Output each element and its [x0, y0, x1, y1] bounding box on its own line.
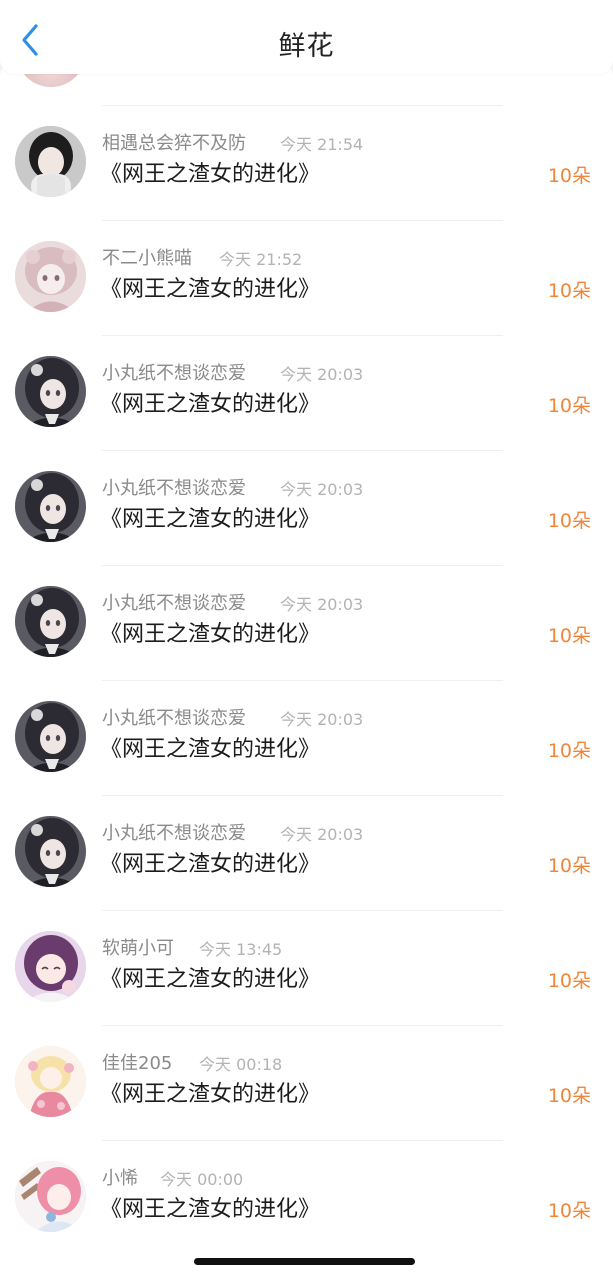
flower-count: 10朵: [547, 855, 591, 877]
book-title: 《网王之渣女的进化》: [100, 1197, 321, 1222]
avatar[interactable]: [15, 701, 86, 772]
sender-name: 软萌小可: [102, 938, 174, 959]
send-time: 今天 21:52: [219, 250, 303, 269]
book-title: 《网王之渣女的进化》: [100, 507, 321, 532]
book-title: 《网王之渣女的进化》: [100, 967, 321, 992]
list-item[interactable]: 小丸纸不想谈恋爱 今天 20:03 《网王之渣女的进化》 10朵: [0, 796, 613, 911]
anime-girl-avatar: [15, 816, 86, 887]
send-time: 今天 20:03: [280, 710, 364, 729]
send-time: 今天 00:18: [199, 1055, 283, 1074]
book-title: 《网王之渣女的进化》: [100, 392, 321, 417]
flower-count: 10朵: [547, 625, 591, 647]
avatar[interactable]: [15, 126, 86, 197]
anime-girl-avatar: [15, 586, 86, 657]
flower-girl-avatar: [15, 1046, 86, 1117]
sender-name: 小丸纸不想谈恋爱: [102, 363, 246, 384]
sender-name: 小丸纸不想谈恋爱: [102, 478, 246, 499]
page-title: 鲜花: [278, 31, 335, 62]
book-title: 《网王之渣女的进化》: [100, 622, 321, 647]
list-item[interactable]: 软萌小可 今天 13:45 《网王之渣女的进化》 10朵: [0, 911, 613, 1026]
send-time: 今天 20:03: [280, 825, 364, 844]
flower-count: 10朵: [547, 510, 591, 532]
sender-name: 小丸纸不想谈恋爱: [102, 823, 246, 844]
send-time: 今天 13:45: [199, 940, 283, 959]
list-item[interactable]: 小丸纸不想谈恋爱 今天 20:03 《网王之渣女的进化》 10朵: [0, 451, 613, 566]
send-time: 今天 20:03: [280, 365, 364, 384]
list-item[interactable]: 不二小熊喵 今天 21:52 《网王之渣女的进化》 10朵: [0, 221, 613, 336]
send-time: 今天 21:54: [280, 135, 364, 154]
send-time: 今天 00:00: [160, 1170, 244, 1189]
avatar[interactable]: [15, 1046, 86, 1117]
flower-count: 10朵: [547, 280, 591, 302]
flower-count: 10朵: [547, 395, 591, 417]
pink-hair-girl-avatar: [15, 241, 86, 312]
flower-count: 10朵: [547, 165, 591, 187]
avatar[interactable]: [15, 586, 86, 657]
sender-name: 不二小熊喵: [102, 248, 192, 269]
list-item[interactable]: 佳佳205 今天 00:18 《网王之渣女的进化》 10朵: [0, 1026, 613, 1141]
flower-list[interactable]: 相遇总会猝不及防 今天 21:54 《网王之渣女的进化》 10朵 不二小熊喵 今…: [0, 62, 613, 1280]
list-item[interactable]: 小丸纸不想谈恋爱 今天 20:03 《网王之渣女的进化》 10朵: [0, 566, 613, 681]
book-title: 《网王之渣女的进化》: [100, 162, 321, 187]
anime-girl-avatar: [15, 356, 86, 427]
send-time: 今天 20:03: [280, 480, 364, 499]
sender-name: 佳佳205: [102, 1053, 173, 1074]
avatar[interactable]: [15, 931, 86, 1002]
nav-bar: 鲜花: [0, 0, 613, 74]
flower-count: 10朵: [547, 970, 591, 992]
anime-girl-avatar: [15, 471, 86, 542]
girl-dark-hair-avatar: [15, 126, 86, 197]
list-item[interactable]: 小丸纸不想谈恋爱 今天 20:03 《网王之渣女的进化》 10朵: [0, 336, 613, 451]
purple-hair-girl-avatar: [15, 931, 86, 1002]
sender-name: 小悕: [102, 1168, 138, 1189]
flower-count: 10朵: [547, 1200, 591, 1222]
flower-count: 10朵: [547, 740, 591, 762]
book-title: 《网王之渣女的进化》: [100, 277, 321, 302]
pink-girl-avatar: [15, 1161, 86, 1232]
avatar[interactable]: [15, 241, 86, 312]
sender-name: 小丸纸不想谈恋爱: [102, 593, 246, 614]
avatar[interactable]: [15, 471, 86, 542]
flower-count: 10朵: [547, 1085, 591, 1107]
sender-name: 相遇总会猝不及防: [102, 133, 246, 154]
book-title: 《网王之渣女的进化》: [100, 737, 321, 762]
list-item[interactable]: 小丸纸不想谈恋爱 今天 20:03 《网王之渣女的进化》 10朵: [0, 681, 613, 796]
send-time: 今天 20:03: [280, 595, 364, 614]
avatar[interactable]: [15, 356, 86, 427]
list-item[interactable]: 相遇总会猝不及防 今天 21:54 《网王之渣女的进化》 10朵: [0, 106, 613, 221]
anime-girl-avatar: [15, 701, 86, 772]
list-item[interactable]: 小悕 今天 00:00 《网王之渣女的进化》 10朵: [0, 1141, 613, 1256]
sender-name: 小丸纸不想谈恋爱: [102, 708, 246, 729]
avatar[interactable]: [15, 1161, 86, 1232]
book-title: 《网王之渣女的进化》: [100, 852, 321, 877]
home-indicator[interactable]: [194, 1258, 415, 1265]
avatar[interactable]: [15, 816, 86, 887]
book-title: 《网王之渣女的进化》: [100, 1082, 321, 1107]
